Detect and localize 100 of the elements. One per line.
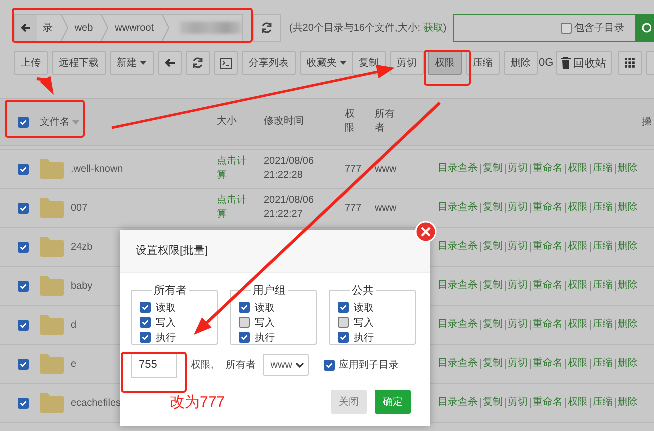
breadcrumb-link[interactable]: wwwroot (109, 22, 162, 34)
row-checkbox[interactable] (18, 280, 29, 292)
file-name[interactable]: 24zb (71, 242, 93, 252)
action-link[interactable]: 权限 (565, 164, 590, 174)
action-link[interactable]: 剪切 (505, 320, 530, 330)
action-link[interactable]: 权限 (565, 398, 590, 408)
action-link[interactable]: 剪切 (505, 242, 530, 252)
owner-select[interactable]: www (262, 354, 309, 376)
toolbar-button[interactable]: 远程下载 (52, 51, 106, 75)
permission-checkbox[interactable] (239, 332, 250, 343)
toolbar-button[interactable]: 上传 (14, 51, 48, 75)
action-link[interactable]: 权限 (565, 320, 590, 330)
action-link[interactable]: 权限 (565, 281, 590, 291)
action-link[interactable]: 删除 (615, 359, 640, 369)
action-link[interactable]: 目录查杀 (438, 203, 480, 213)
action-link[interactable]: 压缩 (590, 398, 615, 408)
action-link[interactable]: 重命名 (530, 320, 565, 330)
action-link[interactable]: 权限 (565, 242, 590, 252)
action-link[interactable]: 删除 (615, 203, 640, 213)
search-field[interactable]: 包含子目录 (452, 14, 636, 42)
close-icon[interactable] (415, 221, 437, 243)
confirm-button[interactable]: 确定 (375, 390, 411, 414)
permission-checkbox[interactable] (140, 302, 151, 313)
action-link[interactable]: 剪切 (505, 164, 530, 174)
back-button[interactable] (15, 15, 37, 41)
row-checkbox[interactable] (18, 164, 29, 174)
row-checkbox[interactable] (18, 242, 29, 252)
refresh-button[interactable] (252, 14, 282, 42)
terminal-button[interactable] (214, 51, 238, 75)
action-link[interactable]: 删除 (615, 398, 640, 408)
checkbox[interactable] (560, 22, 572, 34)
row-checkbox[interactable] (18, 398, 29, 408)
action-link[interactable]: 删除 (615, 281, 640, 291)
action-link[interactable]: 复制 (480, 164, 505, 174)
action-link[interactable]: 压缩 (590, 203, 615, 213)
action-link[interactable]: 重命名 (530, 398, 565, 408)
row-checkbox[interactable] (18, 202, 29, 214)
action-link[interactable]: 复制 (480, 398, 505, 408)
action-link[interactable]: 压缩 (590, 359, 615, 369)
toolbar-button[interactable]: 权限 (428, 51, 462, 75)
action-link[interactable]: 剪切 (505, 398, 530, 408)
permission-input[interactable]: 755 (131, 352, 177, 378)
select-all-checkbox[interactable] (18, 116, 29, 128)
permission-checkbox[interactable] (140, 332, 151, 343)
permission-checkbox[interactable] (140, 317, 151, 328)
file-name[interactable]: baby (71, 280, 93, 292)
file-name[interactable]: ecachefiles (71, 398, 122, 408)
action-link[interactable]: 复制 (480, 203, 505, 213)
action-link[interactable]: 重命名 (530, 359, 565, 369)
toolbar-button[interactable]: 新建 (110, 51, 154, 75)
calculate-size-link[interactable]: 点击计算 (217, 194, 251, 222)
calculate-size-link[interactable]: 点击计算 (217, 154, 251, 184)
action-link[interactable]: 压缩 (590, 281, 615, 291)
action-link[interactable]: 权限 (565, 203, 590, 213)
permission-checkbox[interactable] (239, 302, 250, 313)
toolbar-button[interactable]: 压缩 (466, 51, 500, 75)
row-checkbox[interactable] (18, 320, 29, 330)
file-name[interactable]: .well-known (71, 164, 124, 174)
fetch-size-link[interactable]: 获取 (423, 23, 444, 34)
action-link[interactable]: 复制 (480, 242, 505, 252)
action-link[interactable]: 权限 (565, 359, 590, 369)
recycle-bin-button[interactable]: 回收站 (556, 51, 612, 75)
search-button[interactable] (636, 14, 654, 42)
action-link[interactable]: 剪切 (505, 281, 530, 291)
action-link[interactable]: 目录查杀 (438, 164, 480, 174)
file-name[interactable]: e (71, 358, 77, 370)
column-header[interactable]: 文件名 (40, 115, 70, 129)
toolbar-button[interactable]: 分享列表 (242, 51, 296, 75)
action-link[interactable]: 剪切 (505, 203, 530, 213)
action-link[interactable]: 重命名 (530, 203, 565, 213)
action-link[interactable]: 目录查杀 (438, 359, 480, 369)
permission-checkbox[interactable] (338, 302, 349, 313)
action-link[interactable]: 目录查杀 (438, 320, 480, 330)
action-link[interactable]: 重命名 (530, 242, 565, 252)
toolbar-button[interactable]: 剪切 (390, 51, 424, 75)
apply-subdir-checkbox[interactable] (324, 360, 335, 370)
permission-checkbox[interactable] (338, 332, 349, 343)
breadcrumb-link[interactable]: 录 (36, 21, 61, 35)
permission-checkbox[interactable] (338, 317, 349, 328)
file-name[interactable]: 007 (71, 202, 88, 214)
action-link[interactable]: 复制 (480, 359, 505, 369)
action-link[interactable]: 删除 (615, 320, 640, 330)
action-link[interactable]: 目录查杀 (438, 398, 480, 408)
action-link[interactable]: 压缩 (590, 164, 615, 174)
grid-view-button[interactable] (618, 51, 642, 75)
toolbar-button[interactable]: 收藏夹 (300, 51, 354, 75)
action-link[interactable]: 重命名 (530, 281, 565, 291)
refresh-button[interactable] (186, 51, 210, 75)
action-link[interactable]: 压缩 (590, 320, 615, 330)
action-link[interactable]: 删除 (615, 164, 640, 174)
action-link[interactable]: 目录查杀 (438, 242, 480, 252)
action-link[interactable]: 目录查杀 (438, 281, 480, 291)
row-checkbox[interactable] (18, 358, 29, 370)
action-link[interactable]: 复制 (480, 281, 505, 291)
action-link[interactable]: 压缩 (590, 242, 615, 252)
action-link[interactable]: 剪切 (505, 359, 530, 369)
toolbar-button[interactable]: 删除 (504, 51, 538, 75)
breadcrumb-link[interactable]: web (68, 22, 102, 34)
permission-checkbox[interactable] (239, 317, 250, 328)
action-link[interactable]: 重命名 (530, 164, 565, 174)
